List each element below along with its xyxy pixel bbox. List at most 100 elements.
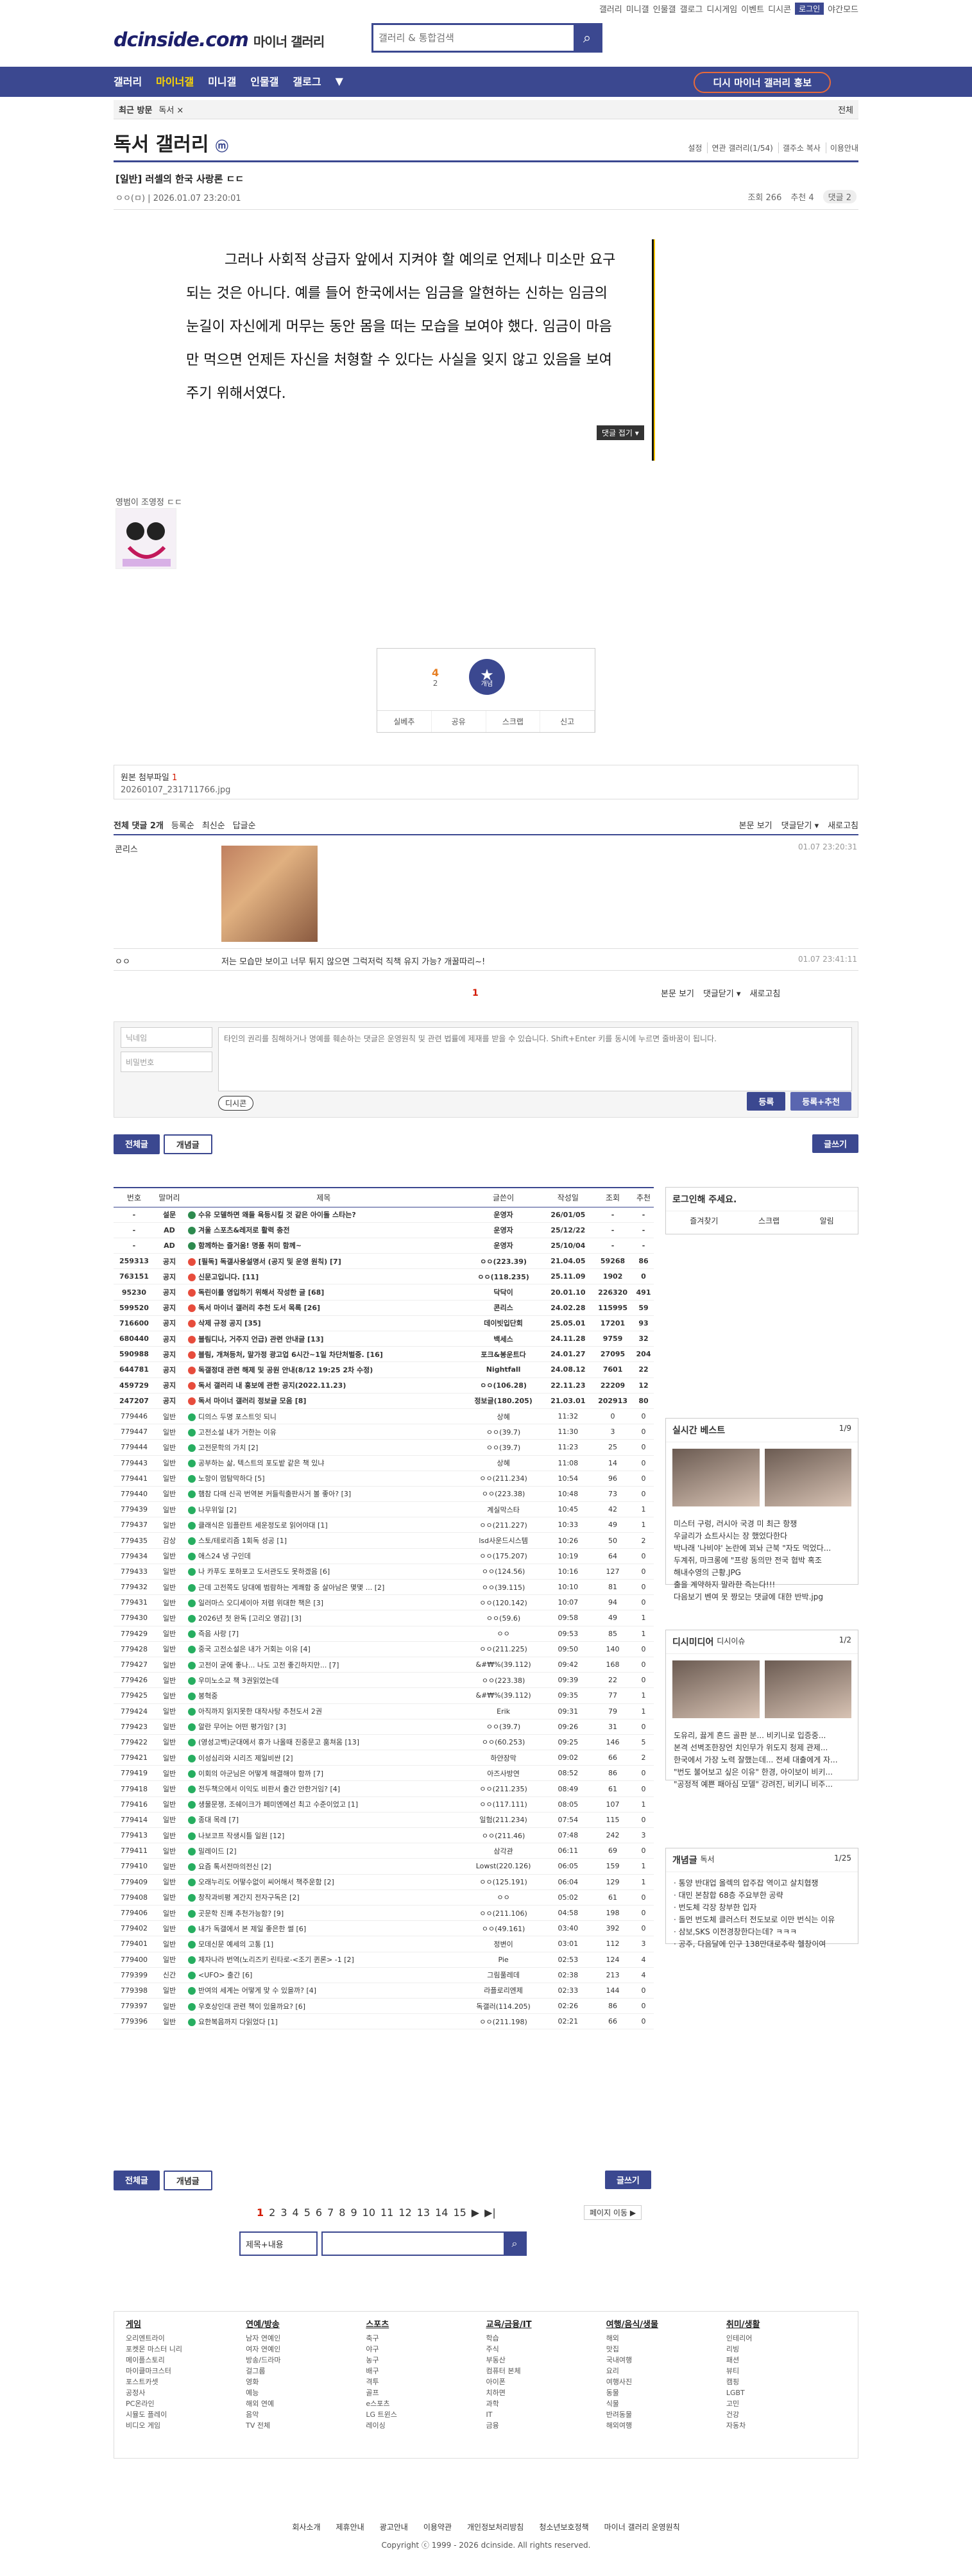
footer-link[interactable]: 맛집 [606,2344,726,2355]
page-link[interactable]: 7 [327,2206,334,2219]
post-writer[interactable]: ㅇㅇ(211.106) [463,1905,544,1922]
footer-link[interactable]: 컴퓨터 본체 [486,2366,606,2376]
search-button[interactable]: ⌕ [574,25,601,51]
post-title-cell[interactable]: 곳문학 진쾌 추천가능함? [9] [184,1905,463,1922]
media-page[interactable]: 1/2 [839,1635,851,1648]
footer-link[interactable]: 걸그룹 [246,2366,366,2376]
password-field[interactable]: 비밀번호 [121,1052,212,1072]
footer-link[interactable]: 주식 [486,2344,606,2355]
night-mode-toggle[interactable]: 야간모드 [828,3,858,15]
column-header[interactable]: 조회 [592,1187,634,1207]
post-title-cell[interactable]: 블림, 개쳐등처, 말가정 광고업 6시간~1일 차단처벌중. [16] [184,1346,463,1363]
footer-link[interactable]: 마이클마크스터 [126,2366,246,2376]
favorites-button[interactable]: 즐겨찾기 [690,1215,718,1226]
thumb-image[interactable] [672,1449,760,1506]
post-title-cell[interactable]: 함께하는 즐거움! 명품 취미 함께~ [184,1238,463,1254]
post-writer[interactable]: Nightfall [463,1361,544,1378]
footer-link[interactable]: 남자 연예인 [246,2333,366,2344]
footer-link[interactable]: e스포츠 [366,2398,486,2409]
post-writer[interactable]: ㅇㅇ(175.207) [463,1548,544,1564]
post-writer[interactable]: 일험(211.234) [463,1812,544,1829]
post-title-link[interactable]: 창작과비평 계간지 전자구독은 [2] [198,1893,300,1902]
util-link[interactable]: 디시콘 [768,3,791,15]
page-link[interactable]: 10 [362,2206,375,2219]
post-title-link[interactable]: 함께하는 즐거움! 명품 취미 함께~ [198,1241,302,1250]
scrap-button[interactable]: 스크랩 [486,711,541,732]
side-list-item[interactable]: · 대민 본참합 68층 주요부한 공략 [674,1889,850,1902]
side-list-item[interactable]: 한국에서 가장 노력 잘했는데... 전세 대출에게 자... [674,1754,850,1766]
thumb-image[interactable] [764,1449,851,1506]
post-writer[interactable]: ㅇㅇ(223.38) [463,1486,544,1503]
post-title-cell[interactable]: 일러마스 오디세이아 저렴 위대한 책은 [3] [184,1594,463,1611]
post-title-link[interactable]: 내가 독갤에서 본 제일 좋은한 썰 [6] [198,1925,306,1933]
post-title-cell[interactable]: 오래누리도 어떻수없이 씨어해서 책주운함 [2] [184,1874,463,1890]
page-link[interactable]: 3 [280,2206,287,2219]
tab-all[interactable]: 전체글 [114,1134,160,1154]
post-writer[interactable]: ㅇㅇ(211.234) [463,1471,544,1487]
footer-link[interactable]: 개인정보처리방침 [467,2523,524,2532]
post-title-cell[interactable]: 디의스 두명 포스트잇 되니 [184,1408,463,1425]
page-link[interactable]: 1 [257,2206,264,2219]
post-title-link[interactable]: 독서 마이너 갤러리 정보글 모음 [8] [198,1397,306,1405]
silbe-button[interactable]: 실베추 [377,711,432,732]
post-writer[interactable]: ㅇㅇ(211.198) [463,2013,544,2030]
post-title-cell[interactable]: 요한복음까지 다읽었다 [1] [184,2013,463,2030]
page-move-button[interactable]: 페이지 이동 ▶ [584,2205,642,2220]
page-link[interactable]: 5 [304,2206,311,2219]
post-title-cell[interactable]: 고전문학의 가치 [2] [184,1439,463,1456]
page-link[interactable]: 11 [380,2206,393,2219]
post-title-cell[interactable]: 노항이 멈탐막하다 [5] [184,1471,463,1487]
side-list-item[interactable]: 도유리, 끓게 흔드 골판 분... 비키니로 입증중... [674,1730,850,1742]
post-writer[interactable]: ㅇㅇ(223.38) [463,1672,544,1689]
tab-best[interactable]: 개념글 [163,1134,212,1154]
post-writer[interactable]: 운영자 [463,1238,544,1254]
post-title-cell[interactable]: 애스24 냉 구인데 [184,1548,463,1564]
post-title-cell[interactable]: 창작과비평 계간지 전자구독은 [2] [184,1889,463,1906]
post-title-link[interactable]: 이회의 아군님은 어떻게 해결해야 함까 [7] [198,1770,323,1778]
post-title-cell[interactable]: 2026년 첫 완독 [고리오 영감] [3] [184,1610,463,1626]
post-title-link[interactable]: 곳문학 진쾌 추천가능함? [9] [198,1909,284,1918]
post-writer[interactable]: ㅇㅇ(125.191) [463,1874,544,1890]
post-writer[interactable]: 하얀장막 [463,1750,544,1766]
post-title-cell[interactable]: 아직까지 읽지못한 대작사탕 추천도서 2권 [184,1703,463,1719]
post-title-link[interactable]: 아직까지 읽지못한 대작사탕 추천도서 2권 [198,1707,322,1716]
post-title-link[interactable]: 애스24 냉 구인데 [198,1552,251,1560]
post-title-link[interactable]: 종대 목레 [7] [198,1816,239,1824]
all-button[interactable]: 전체 [838,103,853,115]
footer-link[interactable]: 리빙 [726,2344,846,2355]
footer-link[interactable]: 해외 연예 [246,2398,366,2409]
post-writer[interactable]: ㅇㅇ(223.39) [463,1253,544,1270]
post-title-cell[interactable]: 밀레이드 [2] [184,1843,463,1859]
recent-visit[interactable]: 최근 방문 [119,103,152,115]
post-title-cell[interactable]: 반여의 세계는 어떻게 맞 수 있을까? [4] [184,1983,463,1999]
page-link[interactable]: 9 [350,2206,357,2219]
footer-link[interactable]: 이용약관 [423,2523,452,2532]
footer-link[interactable]: 포켓몬 마스터 니리 [126,2344,246,2355]
side-list-item[interactable]: 해내수영의 근황.JPG [674,1567,850,1579]
post-writer[interactable]: ㅇㅇ(211.46) [463,1827,544,1844]
post-writer[interactable]: ㅇㅇ [463,1889,544,1906]
post-writer[interactable]: 상혜 [463,1455,544,1471]
post-writer[interactable]: ㅇㅇ(49.161) [463,1920,544,1937]
tab-best[interactable]: 개념글 [163,2171,212,2190]
post-title-link[interactable]: 우호상인대 관련 책이 있을까요? [6] [198,2002,305,2011]
post-title-link[interactable]: 노항이 멈탐막하다 [5] [198,1474,265,1483]
post-title-link[interactable]: 독갤정대 관련 해제 및 공원 안내(8/12 19:25 2차 수정) [198,1366,373,1374]
attachment-file[interactable]: 20260107_231711766.jpg [121,785,851,795]
footer-link[interactable]: LGBT [726,2387,846,2398]
page-link[interactable]: 15 [453,2206,466,2219]
footer-link[interactable]: 광고안내 [380,2523,408,2532]
gallery-title[interactable]: 독서 갤러리 ⓜ [114,128,228,157]
write-button[interactable]: 글쓰기 [812,1134,858,1153]
post-title-link[interactable]: 나무위일 [2] [198,1506,237,1514]
footer-link[interactable]: 금융 [486,2420,606,2431]
side-list-item[interactable]: 우글리가 쇼트사시는 장 했었다한다 [674,1530,850,1542]
post-title-cell[interactable]: 이회의 아군님은 어떻게 해결해야 함까 [7] [184,1765,463,1782]
post-title-cell[interactable]: 생물문쟁, 조쉐이크가 페미엔에선 최고 수준이었고 [1] [184,1796,463,1813]
refresh[interactable]: 새로고침 [828,819,858,831]
concept-page[interactable]: 1/25 [834,1854,851,1866]
footer-link[interactable]: 축구 [366,2333,486,2344]
footer-link[interactable]: TV 전체 [246,2420,366,2431]
fold-comments-button[interactable]: 댓글 접기 ▾ [597,425,644,440]
post-title-link[interactable]: 알란 무어는 어떤 평가임? [3] [198,1723,286,1731]
